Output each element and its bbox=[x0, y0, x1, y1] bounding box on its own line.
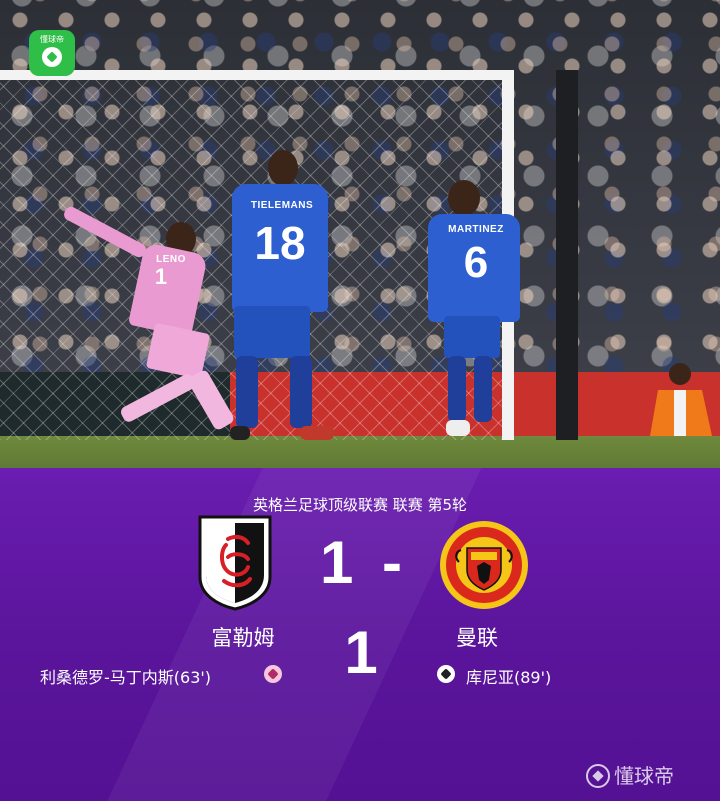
pitch bbox=[0, 436, 720, 468]
competition-title: 英格兰足球顶级联赛 联赛 第5轮 bbox=[252, 496, 468, 514]
tielemans-number: 18 bbox=[254, 217, 306, 269]
stadium-pole bbox=[556, 70, 578, 440]
goal-ball-icon bbox=[264, 665, 282, 683]
app-logo: 懂球帝 bbox=[29, 30, 75, 76]
tielemans-name: TIELEMANS bbox=[250, 200, 314, 211]
app-logo-text: 懂球帝 bbox=[40, 35, 64, 44]
watermark: 懂球帝 bbox=[586, 760, 674, 789]
soccer-ball-icon bbox=[586, 764, 610, 788]
fulham-crest-icon bbox=[198, 515, 272, 611]
away-team-name: 曼联 bbox=[456, 626, 498, 650]
goalkeeper-number: 1 bbox=[154, 264, 168, 289]
soccer-ball-icon bbox=[42, 47, 62, 67]
goal-crossbar bbox=[0, 70, 514, 80]
martinez-number: 6 bbox=[463, 238, 489, 287]
match-score: 1 - 1 bbox=[319, 529, 409, 686]
home-scorer: 利桑德罗-马丁内斯(63') bbox=[40, 668, 212, 687]
goal-ball-icon bbox=[437, 665, 455, 683]
match-photo: LENO 1 TIELEMANS 18 MARTINEZ 6 懂球帝 bbox=[0, 0, 720, 468]
martinez-name: MARTINEZ bbox=[448, 224, 504, 235]
away-scorer: 库尼亚(89') bbox=[466, 668, 552, 687]
manchester-united-crest-icon bbox=[440, 521, 528, 609]
steward bbox=[650, 363, 712, 436]
score-panel: 英格兰足球顶级联赛 联赛 第5轮 1 - 1 富勒姆 曼联 利桑德罗-马丁内斯(… bbox=[0, 468, 720, 801]
home-team-name: 富勒姆 bbox=[211, 626, 275, 650]
watermark-text: 懂球帝 bbox=[614, 764, 674, 788]
